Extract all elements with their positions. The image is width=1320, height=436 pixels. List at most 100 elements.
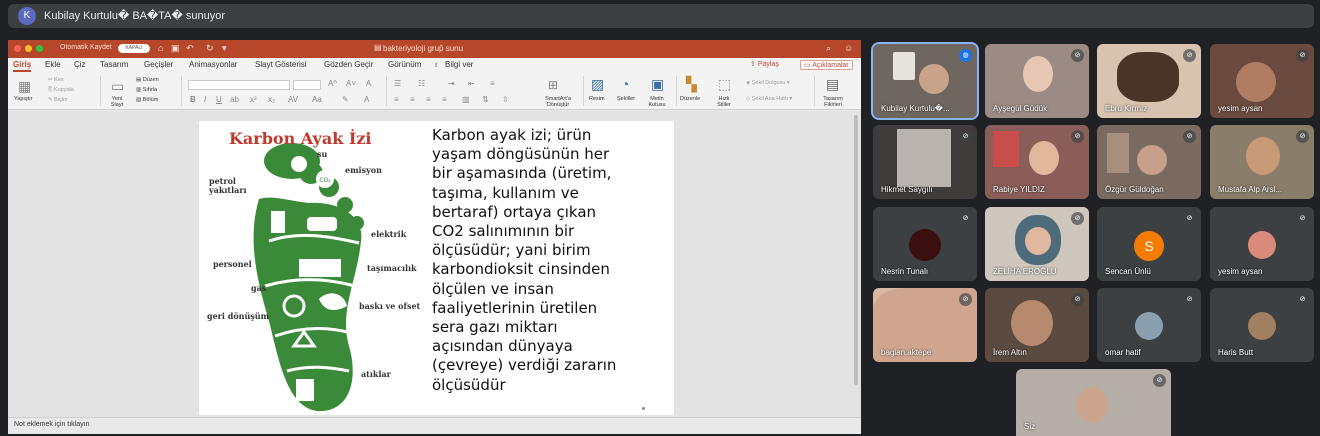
- tab-transitions[interactable]: Geçişler: [144, 60, 173, 69]
- highlight-icon[interactable]: ✎: [342, 95, 349, 104]
- label-emisyon: emisyon: [345, 165, 382, 175]
- shape-outline-button[interactable]: ◇ Şekil Ana Hattı ▾: [746, 96, 792, 102]
- tell-me-search[interactable]: Bilgi ver: [445, 60, 473, 69]
- close-window-button[interactable]: [14, 45, 21, 52]
- comments-button[interactable]: ▭ Açıklamalar: [800, 60, 853, 70]
- italic-icon[interactable]: I: [204, 95, 206, 104]
- shapes-button[interactable]: Şekiller: [617, 96, 635, 102]
- participant-tile[interactable]: ⊘ Haris Butt: [1210, 288, 1314, 362]
- participant-name: bagian.aktepe: [881, 348, 932, 357]
- outdent-icon[interactable]: ⇤: [468, 79, 475, 88]
- undo-icon[interactable]: ↶: [186, 43, 194, 54]
- new-slide-button[interactable]: Yeni Slayt: [107, 96, 127, 108]
- participant-tile[interactable]: ⊘ İrem Altın: [985, 288, 1089, 362]
- mic-off-icon: ⊘: [1183, 212, 1196, 225]
- mic-off-icon: ⊘: [1071, 130, 1084, 143]
- participant-tile[interactable]: ⊘ Nesrin Tunalı: [873, 207, 977, 281]
- columns-icon[interactable]: ▥: [462, 95, 470, 104]
- font-grow-icon[interactable]: A^: [328, 79, 337, 88]
- body-line: Karbon ayak izi; ürün: [432, 126, 592, 144]
- window-title-bar: Otomatik Kaydet KAPALI ⌂ ▣ ↶ ↻ ▾ ▤ bakte…: [8, 40, 861, 58]
- participant-tile[interactable]: S ⊘ Sencan Ünlü: [1097, 207, 1201, 281]
- tab-home[interactable]: Giriş: [13, 60, 32, 72]
- redo-icon[interactable]: ↻: [206, 43, 214, 54]
- subscript-icon[interactable]: x₂: [268, 95, 275, 104]
- tab-animations[interactable]: Animasyonlar: [189, 60, 237, 69]
- participant-tile[interactable]: ⊘ ZELİHA EROĞLU: [985, 207, 1089, 281]
- participant-tile[interactable]: ⊘ Ebru Kırmız: [1097, 44, 1201, 118]
- participant-tile[interactable]: ⊘ omar hatif: [1097, 288, 1201, 362]
- search-icon[interactable]: ⌕: [826, 43, 831, 54]
- participant-tile[interactable]: ⊘ Rabiye YILDIZ: [985, 125, 1089, 199]
- slide-body-text[interactable]: Karbon ayak izi; ürün yaşam döngüsünün h…: [432, 126, 672, 395]
- participant-tile[interactable]: ◍ Kubilay Kurtulu�...: [871, 42, 979, 120]
- reset-label: Sıfırla: [142, 87, 158, 93]
- font-color-icon[interactable]: A: [364, 95, 369, 104]
- font-name-select[interactable]: [188, 80, 290, 90]
- font-shrink-icon[interactable]: A˅: [346, 79, 356, 88]
- superscript-icon[interactable]: x²: [250, 95, 257, 104]
- paste-button[interactable]: Yapıştır: [14, 96, 33, 102]
- underline-icon[interactable]: U: [216, 95, 222, 104]
- share-button[interactable]: ⇪ Paylaş: [750, 60, 779, 68]
- carbon-footprint-image: CO₂ Karbon Ayak İzi su emisyon petrol ya…: [199, 121, 427, 415]
- account-icon[interactable]: ☺: [844, 43, 853, 53]
- line-spacing-icon[interactable]: ≡: [490, 79, 495, 88]
- copy-button[interactable]: ⎘ Kopyala: [48, 87, 74, 94]
- tab-slideshow[interactable]: Slayt Gösterisi: [255, 60, 307, 69]
- quick-styles-button[interactable]: Hızlı Stiller: [714, 96, 734, 108]
- participant-tile[interactable]: ⊘ Ayşegül Güdük: [985, 44, 1089, 118]
- arrange-button[interactable]: Düzenle: [680, 96, 700, 102]
- smartart-button[interactable]: SmartArt'a Dönüştür: [538, 96, 578, 108]
- numbering-icon[interactable]: ☷: [418, 79, 425, 88]
- tab-review[interactable]: Gözden Geçir: [324, 60, 373, 69]
- mic-off-icon: ⊘: [1183, 293, 1196, 306]
- vertical-scrollbar[interactable]: [854, 115, 858, 385]
- clear-format-icon[interactable]: A: [366, 79, 371, 88]
- participant-tile[interactable]: ⊘ Hikmet Saygılı: [873, 125, 977, 199]
- shape-fill-button[interactable]: ◈ Şekil Dolgusu ▾: [746, 80, 790, 86]
- font-size-select[interactable]: [293, 80, 321, 90]
- tab-view[interactable]: Görünüm: [388, 60, 421, 69]
- participant-tile[interactable]: ⊘ Özgür Güldoğan: [1097, 125, 1201, 199]
- participant-avatar: [909, 229, 941, 261]
- tab-design[interactable]: Tasarım: [100, 60, 128, 69]
- designer-button[interactable]: Tasarım Fikirleri: [820, 96, 846, 108]
- strikethrough-icon[interactable]: ab: [230, 95, 239, 104]
- participant-tile[interactable]: ⊘ bagian.aktepe: [873, 288, 977, 362]
- cut-button[interactable]: ✂ Kes: [48, 77, 64, 83]
- slide-editor[interactable]: CO₂ Karbon Ayak İzi su emisyon petrol ya…: [8, 111, 861, 417]
- participant-tile[interactable]: ⊘ Mustafa Alp Arsl...: [1210, 125, 1314, 199]
- minimize-window-button[interactable]: [25, 45, 32, 52]
- text-direction-icon[interactable]: ⇅: [482, 95, 489, 104]
- char-spacing-icon[interactable]: AV: [288, 95, 298, 104]
- align-right-icon[interactable]: ≡: [426, 95, 431, 104]
- change-case-icon[interactable]: Aa: [312, 95, 322, 104]
- align-center-icon[interactable]: ≡: [410, 95, 415, 104]
- bullets-icon[interactable]: ☰: [394, 79, 401, 88]
- textbox-button[interactable]: Metin Kutusu: [645, 96, 669, 108]
- self-view-tile[interactable]: ⊘ Siz: [1016, 369, 1171, 436]
- zoom-window-button[interactable]: [36, 45, 43, 52]
- layout-button[interactable]: ▤ Düzen: [136, 77, 159, 83]
- align-text-icon[interactable]: ⇳: [502, 95, 509, 104]
- tab-insert[interactable]: Ekle: [45, 60, 61, 69]
- participant-tile[interactable]: ⊘ yesim aysan: [1210, 207, 1314, 281]
- indent-icon[interactable]: ⇥: [448, 79, 455, 88]
- format-painter-button[interactable]: ✎ Biçim: [48, 97, 68, 103]
- quick-styles-icon: ⬚: [718, 76, 732, 92]
- align-left-icon[interactable]: ≡: [394, 95, 399, 104]
- slide-canvas[interactable]: CO₂ Karbon Ayak İzi su emisyon petrol ya…: [199, 121, 674, 415]
- autosave-toggle[interactable]: KAPALI: [118, 44, 150, 53]
- notes-pane[interactable]: Not eklemek için tıklayın: [8, 417, 861, 434]
- section-button[interactable]: ▧ Bölüm: [136, 97, 158, 103]
- customize-toolbar-icon[interactable]: ▾: [222, 43, 227, 54]
- participant-tile[interactable]: ⊘ yesim aysan: [1210, 44, 1314, 118]
- picture-button[interactable]: Resim: [589, 96, 605, 102]
- reset-button[interactable]: ▥ Sıfırla: [136, 87, 157, 93]
- bold-icon[interactable]: B: [190, 95, 196, 104]
- save-icon[interactable]: ▣: [171, 43, 180, 54]
- home-icon[interactable]: ⌂: [158, 43, 163, 53]
- justify-icon[interactable]: ≡: [442, 95, 447, 104]
- tab-draw[interactable]: Çiz: [74, 60, 86, 69]
